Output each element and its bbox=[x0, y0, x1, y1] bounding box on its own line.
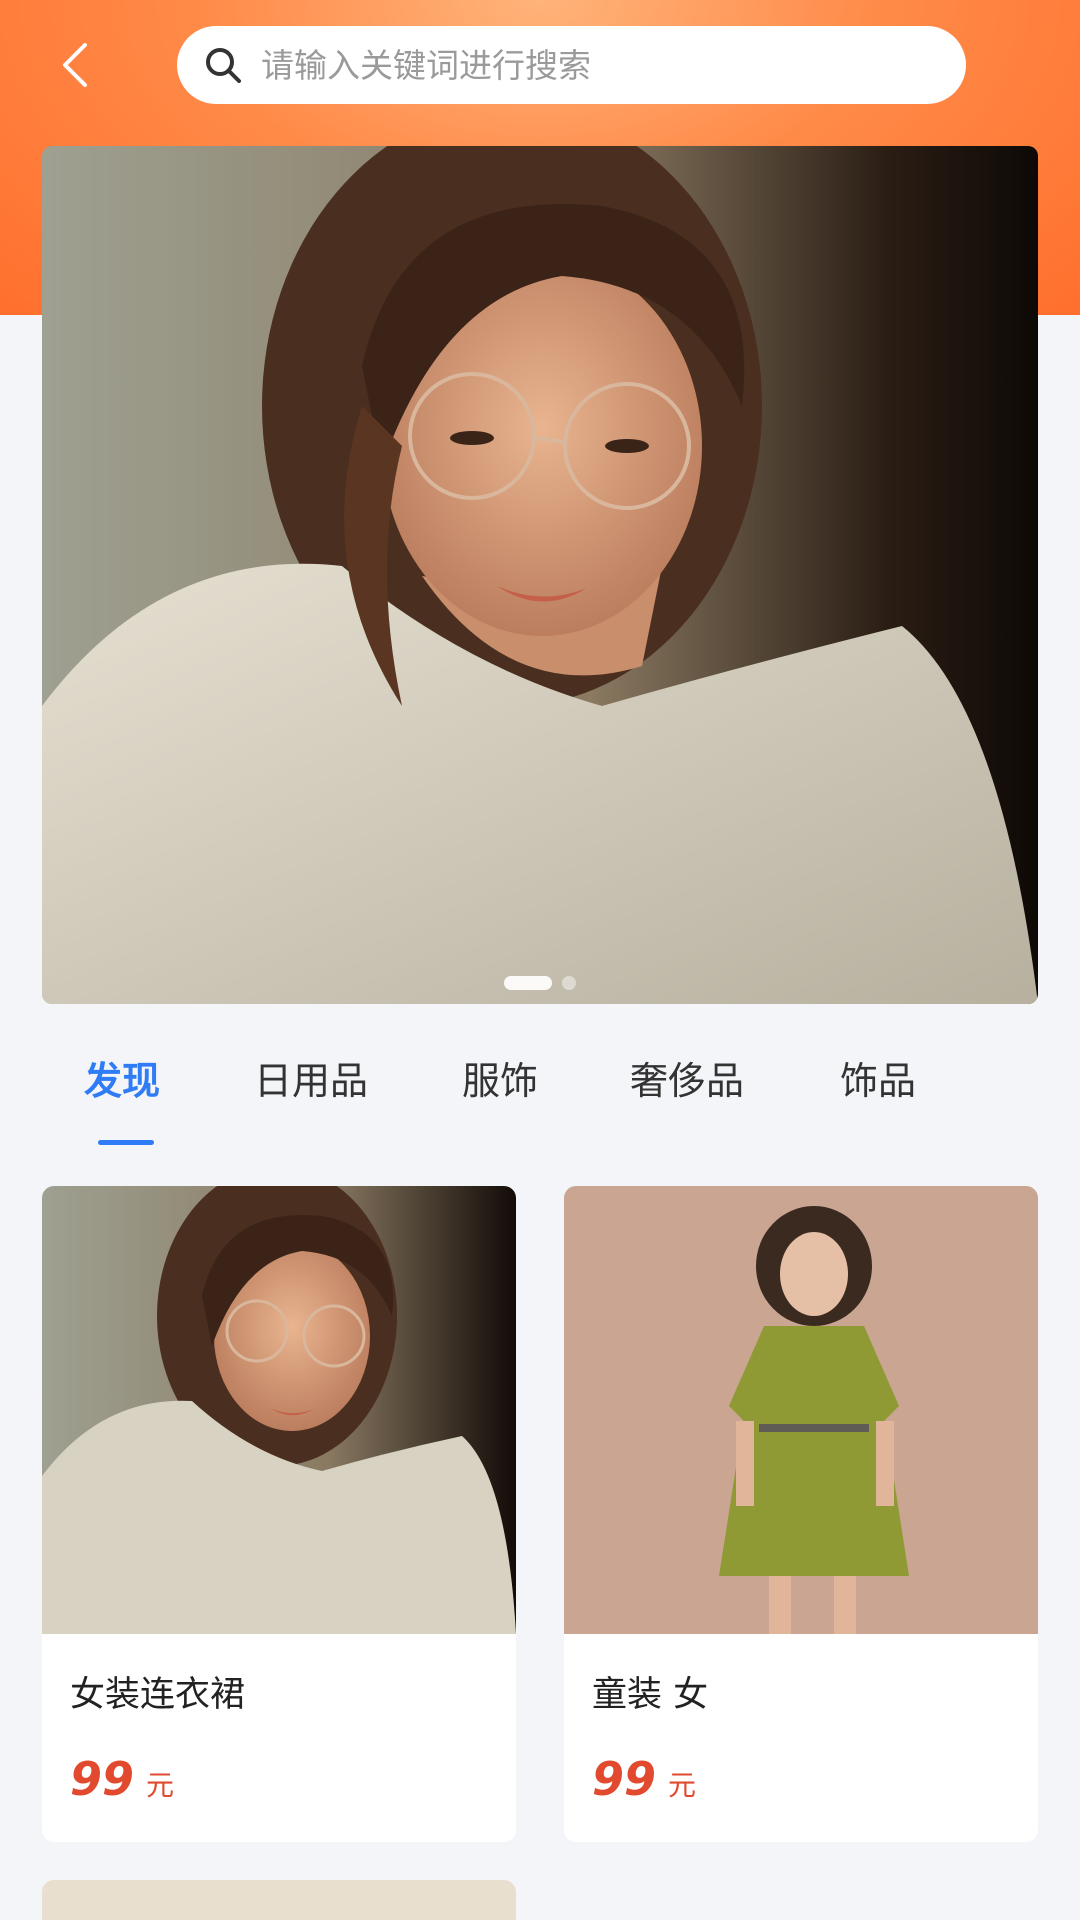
tab-active-indicator bbox=[98, 1140, 154, 1145]
price-value: 99 bbox=[70, 1752, 135, 1806]
page: 发现 日用品 服饰 奢侈品 饰品 bbox=[0, 0, 1080, 1920]
search-bar[interactable] bbox=[177, 26, 966, 104]
banner-dots bbox=[42, 976, 1038, 990]
category-tabs: 发现 日用品 服饰 奢侈品 饰品 bbox=[42, 1050, 1038, 1145]
product-title: 女装连衣裙 bbox=[70, 1675, 246, 1715]
product-price: 99 元 bbox=[70, 1752, 174, 1806]
price-unit: 元 bbox=[668, 1769, 697, 1802]
product-card[interactable] bbox=[42, 1880, 516, 1920]
back-button[interactable] bbox=[42, 32, 108, 98]
search-icon bbox=[206, 48, 241, 83]
product-price: 99 元 bbox=[592, 1752, 696, 1806]
tab-accessories[interactable]: 饰品 bbox=[840, 1050, 916, 1105]
price-value: 99 bbox=[592, 1752, 657, 1806]
product-title: 童装 女 bbox=[592, 1675, 709, 1715]
banner-carousel[interactable] bbox=[42, 146, 1038, 1004]
banner-image bbox=[42, 146, 1038, 1004]
chevron-left-icon bbox=[63, 43, 87, 87]
product-image bbox=[42, 1186, 516, 1634]
product-card[interactable]: 童装 女 99 元 bbox=[564, 1186, 1038, 1842]
tab-discover[interactable]: 发现 bbox=[84, 1050, 160, 1105]
search-input[interactable] bbox=[259, 44, 943, 86]
banner-dot[interactable] bbox=[562, 976, 576, 990]
banner-dot[interactable] bbox=[504, 976, 552, 990]
tab-luxury[interactable]: 奢侈品 bbox=[630, 1050, 744, 1105]
tab-apparel[interactable]: 服饰 bbox=[462, 1050, 538, 1105]
tab-daily-goods[interactable]: 日用品 bbox=[254, 1050, 368, 1105]
product-card[interactable]: 女装连衣裙 99 元 bbox=[42, 1186, 516, 1842]
price-unit: 元 bbox=[146, 1769, 175, 1802]
product-image bbox=[564, 1186, 1038, 1634]
